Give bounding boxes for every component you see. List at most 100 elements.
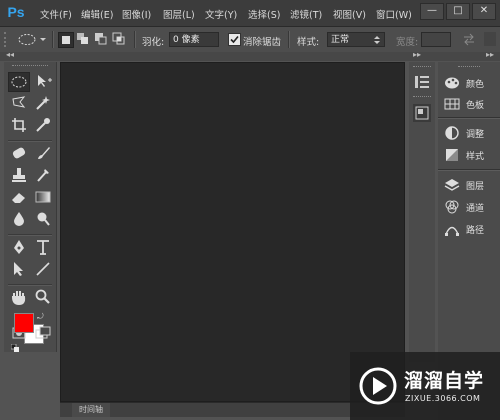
magic-wand-tool[interactable] <box>32 94 54 114</box>
collapsed-dock <box>409 62 435 362</box>
clone-stamp-tool[interactable] <box>8 166 30 186</box>
panel-color[interactable]: 颜色 <box>438 72 500 94</box>
panel-adjustments[interactable]: 调整 <box>438 122 500 144</box>
panel-swatches[interactable]: 色板 <box>438 93 500 115</box>
eraser-icon <box>12 193 25 203</box>
gradient-tool[interactable] <box>32 188 54 208</box>
swap-colors-icon[interactable]: ⤾ <box>37 312 44 322</box>
panel-styles[interactable]: 样式 <box>438 144 500 166</box>
menu-filter[interactable]: 滤镜(T) <box>290 7 322 21</box>
watermark-play-logo-icon <box>359 367 397 405</box>
foreground-color-swatch[interactable] <box>14 313 34 333</box>
menu-file[interactable]: 文件(F) <box>40 7 72 21</box>
pen-icon <box>14 240 24 254</box>
dodge-tool[interactable] <box>32 210 54 230</box>
menu-image[interactable]: 图像(I) <box>122 7 151 21</box>
history-brush-tool[interactable] <box>32 166 54 186</box>
panel-swatches-label: 色板 <box>466 101 485 111</box>
add-selection-icon <box>77 33 88 44</box>
collapse-mid-icon[interactable]: ▸▸ <box>413 50 421 59</box>
default-colors-icon[interactable] <box>10 343 19 352</box>
adjustments-icon <box>445 126 459 140</box>
panel-paths-label: 路径 <box>466 226 485 236</box>
line-tool[interactable] <box>32 260 54 280</box>
path-selection-tool[interactable] <box>8 260 30 280</box>
new-selection-button[interactable] <box>58 32 74 48</box>
collapse-left-icon[interactable]: ◂◂ <box>6 50 14 59</box>
hand-tool[interactable] <box>8 288 30 308</box>
menu-select[interactable]: 选择(S) <box>248 7 280 21</box>
line-icon <box>36 262 50 276</box>
history-panel-button[interactable] <box>413 74 431 90</box>
marquee-tool[interactable] <box>8 72 30 92</box>
menu-bar: Ps 文件(F) 编辑(E) 图像(I) 图层(L) 文字(Y) 选择(S) 滤… <box>0 0 500 27</box>
style-select[interactable]: 正常 <box>327 32 385 47</box>
drop-icon <box>14 212 24 226</box>
gradient-icon <box>35 191 51 203</box>
subtract-selection-icon <box>95 33 107 45</box>
crop-tool[interactable] <box>8 116 30 136</box>
panel-channels[interactable]: 通道 <box>438 196 500 218</box>
pen-tool[interactable] <box>8 238 30 258</box>
move-arrow-icon <box>38 75 52 87</box>
checkmark-icon <box>230 35 239 44</box>
dock-grip[interactable] <box>413 66 431 69</box>
palette-icon <box>445 77 459 89</box>
properties-panel-button[interactable] <box>413 104 431 122</box>
paths-icon <box>445 226 459 236</box>
minimize-button[interactable]: — <box>420 3 444 20</box>
panel-layers[interactable]: 图层 <box>438 174 500 196</box>
watermark: 溜溜自学 ZIXUE.3066.COM <box>350 352 500 420</box>
add-to-selection-button[interactable] <box>76 32 90 46</box>
intersect-selection-button[interactable] <box>112 32 126 46</box>
brush-icon <box>38 147 50 159</box>
styles-icon <box>446 149 458 161</box>
menu-layer[interactable]: 图层(L) <box>163 7 195 21</box>
swatches-icon <box>444 98 460 110</box>
brush-tool[interactable] <box>32 144 54 164</box>
healing-brush-tool[interactable] <box>8 144 30 164</box>
magic-wand-icon <box>36 96 50 110</box>
ellipse-marquee-icon <box>18 34 46 45</box>
eyedropper-tool[interactable] <box>32 116 54 136</box>
lasso-tool[interactable] <box>8 94 30 114</box>
eraser-tool[interactable] <box>8 188 30 208</box>
restore-button[interactable]: □ <box>446 3 470 20</box>
app-logo: Ps <box>7 4 25 20</box>
screen-mode-icon <box>35 326 51 339</box>
close-button[interactable]: ✕ <box>472 3 496 20</box>
document-canvas[interactable] <box>60 62 405 402</box>
height-input[interactable] <box>484 32 496 46</box>
feather-input[interactable]: 0 像素 <box>169 32 219 47</box>
menu-view[interactable]: 视图(V) <box>333 7 366 21</box>
toolbox-grip[interactable] <box>12 65 48 69</box>
menu-type[interactable]: 文字(Y) <box>205 7 237 21</box>
layers-icon <box>444 179 460 191</box>
swap-button[interactable] <box>462 33 476 46</box>
antialias-checkbox[interactable] <box>228 33 241 46</box>
width-label: 宽度: <box>396 37 419 48</box>
swap-arrows-icon <box>464 33 474 46</box>
bandage-icon <box>12 147 26 159</box>
zoom-tool[interactable] <box>32 288 54 308</box>
panel-layers-label: 图层 <box>466 182 485 192</box>
zoom-magnifier-icon <box>35 289 50 304</box>
blur-tool[interactable] <box>8 210 30 230</box>
width-input[interactable] <box>421 32 451 47</box>
type-tool[interactable] <box>32 238 54 258</box>
tool-preset-picker[interactable] <box>16 32 46 47</box>
dock-divider <box>413 96 431 99</box>
type-t-icon <box>37 240 49 255</box>
grip-handle[interactable] <box>4 32 12 47</box>
style-select-value: 正常 <box>331 35 350 45</box>
menu-window[interactable]: 窗口(W) <box>376 7 412 21</box>
timeline-tab[interactable]: 时间轴 <box>72 403 110 417</box>
menu-edit[interactable]: 编辑(E) <box>81 7 113 21</box>
subtract-from-selection-button[interactable] <box>94 32 108 46</box>
panel-paths[interactable]: 路径 <box>438 218 500 240</box>
screen-mode-button[interactable] <box>32 324 54 344</box>
panel-grip[interactable] <box>458 66 480 69</box>
collapse-right-icon[interactable]: ▸▸ <box>486 50 494 59</box>
move-tool[interactable] <box>32 72 54 92</box>
lasso-icon <box>12 96 26 108</box>
